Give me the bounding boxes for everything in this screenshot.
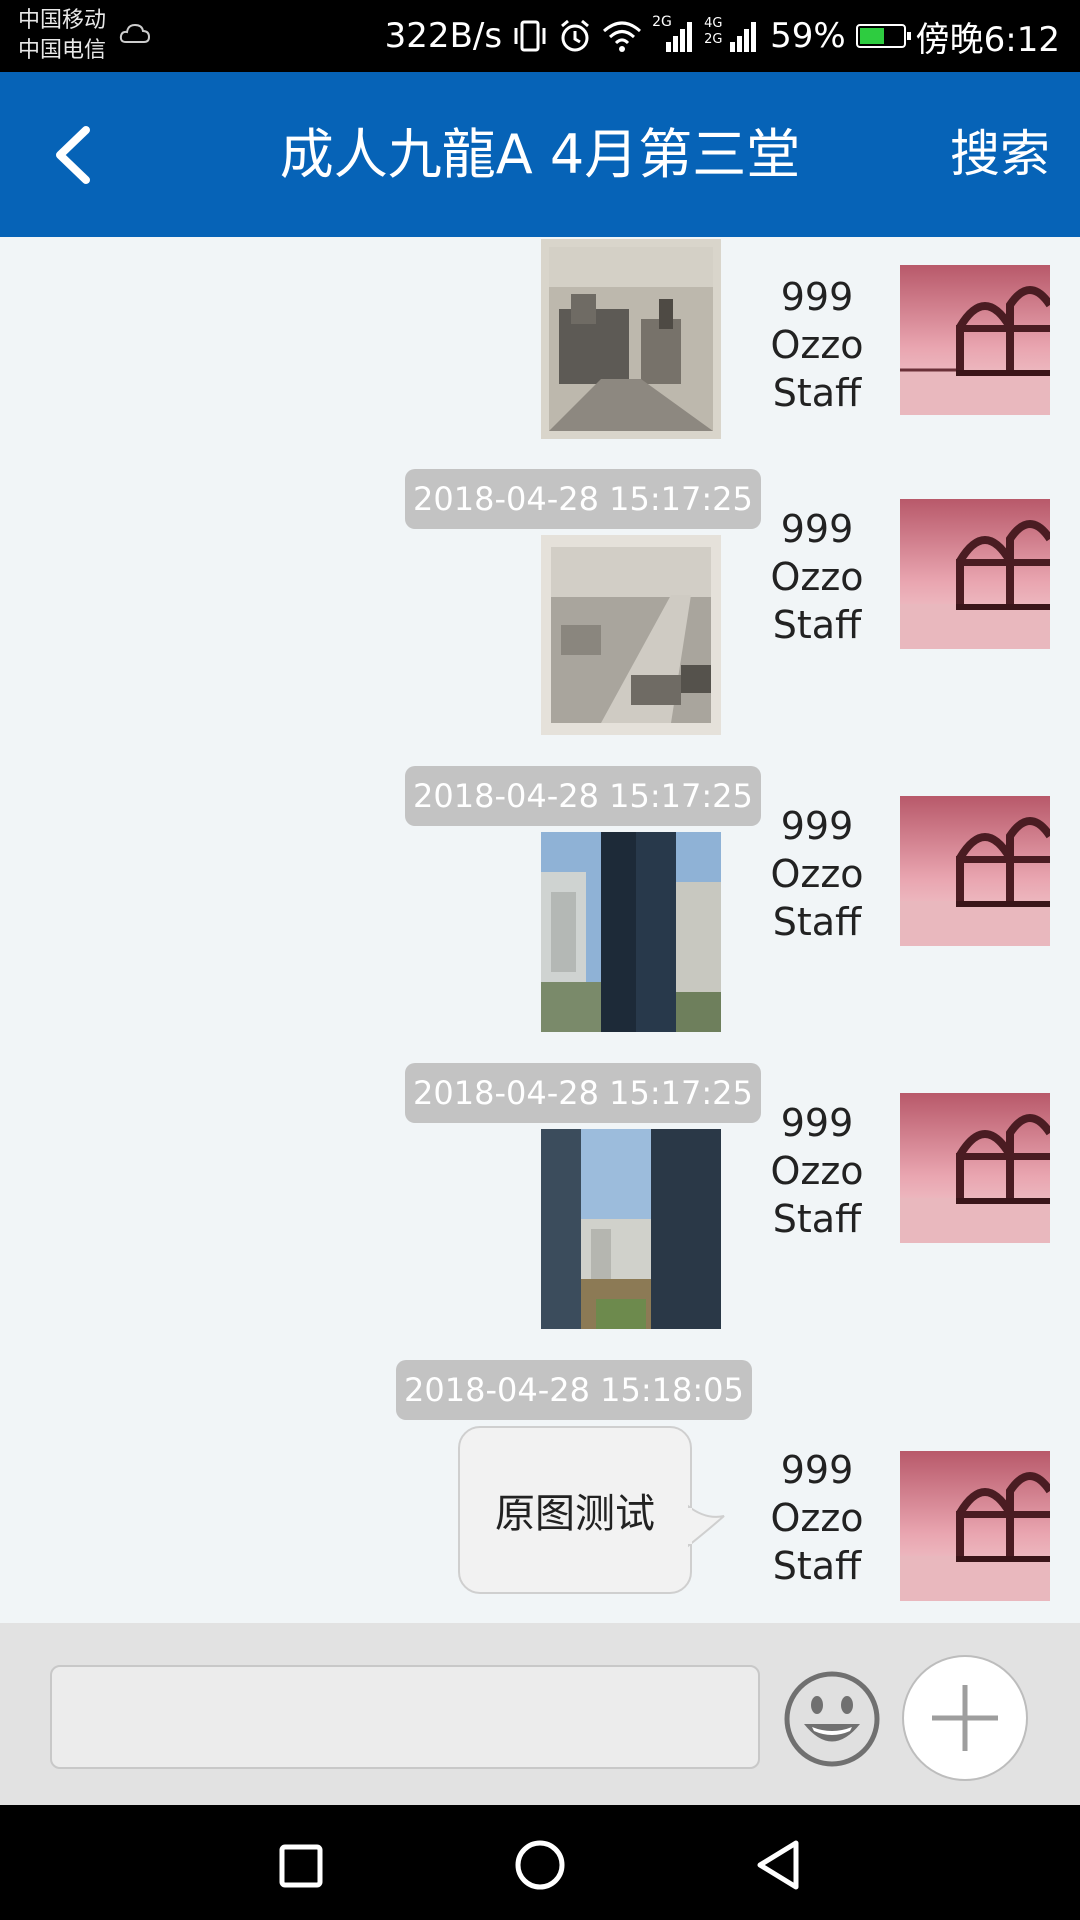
sender-line: 999 xyxy=(780,507,854,551)
sender-line: Staff xyxy=(772,1197,862,1241)
sender-line: 999 xyxy=(780,1448,854,1492)
status-bar: 中国移动 中国电信 322B/s 2G 4G 2G 59% 傍晚6:12 xyxy=(0,0,1080,72)
message-timestamp: 2018-04-28 15:18:05 xyxy=(396,1360,752,1420)
carrier-info: 中国移动 中国电信 xyxy=(18,6,106,66)
image-message[interactable] xyxy=(541,832,721,1032)
sender-line: Ozzo xyxy=(770,323,864,367)
sender-line: Staff xyxy=(772,1544,862,1588)
cloud-weather-icon xyxy=(119,23,151,43)
sender-line: Staff xyxy=(772,900,862,944)
sender-line: Ozzo xyxy=(770,555,864,599)
sender-name: 999 Ozzo Staff xyxy=(752,802,882,946)
image-message[interactable] xyxy=(541,1129,721,1329)
sender-line: 999 xyxy=(780,275,854,319)
message-timestamp: 2018-04-28 15:17:25 xyxy=(405,469,761,529)
sender-line: 999 xyxy=(780,804,854,848)
carrier-1: 中国移动 xyxy=(18,8,107,33)
sender-name: 999 Ozzo Staff xyxy=(752,1446,882,1590)
avatar[interactable] xyxy=(900,265,1050,415)
signal-1-icon: 2G xyxy=(652,14,694,54)
sender-line: 999 xyxy=(780,1101,854,1145)
avatar[interactable] xyxy=(900,1451,1050,1601)
image-message[interactable] xyxy=(541,239,721,439)
bubble-tail xyxy=(688,1504,725,1548)
sender-name: 999 Ozzo Staff xyxy=(752,1099,882,1243)
recent-apps-icon[interactable] xyxy=(270,1835,330,1895)
avatar[interactable] xyxy=(900,796,1050,946)
search-button[interactable]: 搜索 xyxy=(950,72,1050,237)
system-nav-bar xyxy=(0,1805,1080,1920)
message-timestamp: 2018-04-28 15:17:25 xyxy=(405,766,761,826)
sender-line: Ozzo xyxy=(770,1149,864,1193)
image-message[interactable] xyxy=(541,535,721,735)
wifi-icon xyxy=(603,21,642,52)
page-title: 成人九龍A 4月第三堂 xyxy=(279,123,801,186)
battery-percent: 59% xyxy=(770,16,846,56)
avatar[interactable] xyxy=(900,1093,1050,1243)
sender-line: Staff xyxy=(772,603,862,647)
battery-icon xyxy=(855,24,911,48)
chat-header: 成人九龍A 4月第三堂 搜索 xyxy=(0,72,1080,237)
plus-icon xyxy=(932,1685,998,1751)
sender-line: Staff xyxy=(772,371,862,415)
sender-line: Ozzo xyxy=(770,852,864,896)
sender-line: Ozzo xyxy=(770,1496,864,1540)
message-timestamp: 2018-04-28 15:17:25 xyxy=(405,1063,761,1123)
message-text: 原图测试 xyxy=(495,1491,655,1537)
sender-name: 999 Ozzo Staff xyxy=(752,505,882,649)
message-input-bar xyxy=(0,1623,1080,1805)
clock: 傍晚6:12 xyxy=(915,19,1060,60)
signal-2-icon: 4G 2G xyxy=(704,16,760,54)
back-chevron-icon[interactable] xyxy=(46,120,106,190)
plus-button[interactable] xyxy=(902,1655,1028,1781)
alarm-icon xyxy=(561,19,590,52)
home-icon[interactable] xyxy=(510,1835,570,1895)
message-list[interactable]: 999 Ozzo Staff 2018-04-28 15:17:25 999 O… xyxy=(0,237,1080,1623)
text-message-bubble[interactable]: 原图测试 xyxy=(458,1426,692,1594)
status-icons: 322B/s 2G 4G 2G 59% 傍晚6:12 xyxy=(384,14,1060,60)
sender-name: 999 Ozzo Staff xyxy=(752,273,882,417)
net-speed: 322B/s xyxy=(384,16,503,56)
message-input[interactable] xyxy=(50,1665,760,1769)
vibrate-icon xyxy=(514,20,546,52)
emoji-icon[interactable] xyxy=(782,1669,882,1769)
avatar[interactable] xyxy=(900,499,1050,649)
carrier-2: 中国电信 xyxy=(18,38,107,63)
back-triangle-icon[interactable] xyxy=(750,1835,810,1895)
